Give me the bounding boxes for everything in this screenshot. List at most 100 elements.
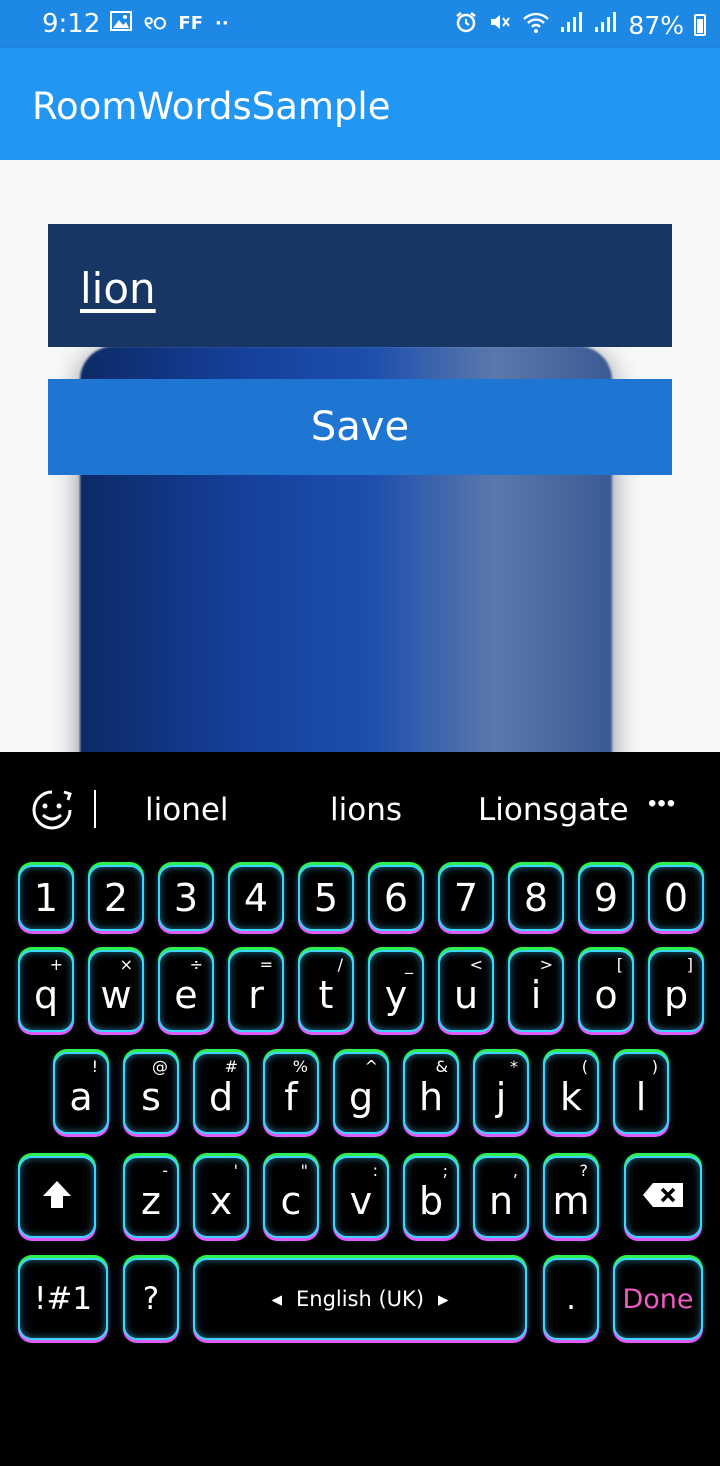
key-label: t xyxy=(318,973,334,1017)
signal-icon-2 xyxy=(594,11,618,39)
key-3[interactable]: 3 xyxy=(158,865,214,931)
key-label: 6 xyxy=(383,876,409,920)
shift-icon xyxy=(40,1178,74,1217)
key-symbol: ] xyxy=(686,955,693,974)
key-v[interactable]: :v xyxy=(333,1156,389,1238)
key-5[interactable]: 5 xyxy=(298,865,354,931)
key-label: n xyxy=(488,1179,514,1223)
backspace-key[interactable] xyxy=(624,1156,702,1238)
arrow-right-icon: ▸ xyxy=(438,1287,449,1311)
period-key[interactable]: . xyxy=(543,1258,599,1340)
key-2[interactable]: 2 xyxy=(88,865,144,931)
key-d[interactable]: # d xyxy=(193,1052,249,1134)
key-label: o xyxy=(594,973,618,1017)
key-symbol: ( xyxy=(581,1057,588,1076)
key-symbol: / xyxy=(337,955,343,974)
key-label: v xyxy=(349,1179,373,1223)
symbols-key-label: !#1 xyxy=(33,1281,93,1317)
key-symbol: * xyxy=(510,1057,518,1076)
key-g[interactable]: ^ g xyxy=(333,1052,389,1134)
key-b[interactable]: ; b xyxy=(403,1156,459,1238)
period-key-label: . xyxy=(566,1281,576,1317)
done-key-label: Done xyxy=(622,1283,694,1315)
key-symbol: + xyxy=(49,955,63,974)
key-f[interactable]: % f xyxy=(263,1052,319,1134)
symbols-key[interactable]: !#1 xyxy=(18,1258,108,1340)
key-label: 7 xyxy=(453,876,479,920)
space-key[interactable]: ◂ English (UK) ▸ xyxy=(193,1258,527,1340)
key-symbol: ; xyxy=(442,1161,448,1180)
signal-icon-1 xyxy=(560,11,584,39)
key-m[interactable]: ? m xyxy=(543,1156,599,1238)
key-symbol: ÷ xyxy=(189,955,203,974)
status-time: 9:12 xyxy=(42,9,101,39)
key-label: h xyxy=(418,1075,444,1119)
key-label: d xyxy=(208,1075,234,1119)
key-4[interactable]: 4 xyxy=(228,865,284,931)
key-n[interactable]: ,n xyxy=(473,1156,529,1238)
key-y[interactable]: _ y xyxy=(368,950,424,1032)
more-suggestions-icon[interactable]: ••• xyxy=(648,790,676,818)
key-r[interactable]: = r xyxy=(228,950,284,1032)
key-label: l xyxy=(635,1075,647,1119)
suggestion-2[interactable]: lions xyxy=(330,792,402,828)
more-notifications-icon: ·· xyxy=(215,13,229,34)
key-p[interactable]: ] p xyxy=(648,950,704,1032)
key-j[interactable]: * j xyxy=(473,1052,529,1134)
key-label: 2 xyxy=(103,876,129,920)
suggestion-1[interactable]: lionel xyxy=(145,792,229,828)
key-q[interactable]: + q xyxy=(18,950,74,1032)
app-bar: RoomWordsSample xyxy=(0,48,720,160)
key-u[interactable]: < u xyxy=(438,950,494,1032)
key-label: z xyxy=(141,1179,161,1223)
word-input[interactable]: lion xyxy=(48,224,672,347)
key-symbol: % xyxy=(292,1057,308,1076)
key-0[interactable]: 0 xyxy=(648,865,704,931)
key-7[interactable]: 7 xyxy=(438,865,494,931)
notification-text-1: ୧୦ xyxy=(144,13,167,34)
notification-text-2: FF xyxy=(178,13,204,34)
key-9[interactable]: 9 xyxy=(578,865,634,931)
key-z[interactable]: -z xyxy=(123,1156,179,1238)
shift-key[interactable] xyxy=(18,1156,96,1238)
key-label: w xyxy=(100,973,132,1017)
key-symbol: - xyxy=(162,1161,168,1180)
key-symbol: × xyxy=(119,955,133,974)
wifi-icon xyxy=(522,10,550,40)
key-label: y xyxy=(384,973,408,1017)
save-button[interactable]: Save xyxy=(48,379,672,475)
key-symbol: ! xyxy=(91,1057,98,1076)
key-label: m xyxy=(552,1179,590,1223)
emoji-icon[interactable] xyxy=(30,788,74,832)
key-label: g xyxy=(348,1075,374,1119)
key-l[interactable]: ) l xyxy=(613,1052,669,1134)
space-key-label: English (UK) xyxy=(295,1287,425,1311)
suggestion-3[interactable]: Lionsgate xyxy=(478,792,629,828)
key-k[interactable]: (k xyxy=(543,1052,599,1134)
key-h[interactable]: & h xyxy=(403,1052,459,1134)
question-key-label: ? xyxy=(142,1281,160,1317)
key-w[interactable]: × w xyxy=(88,950,144,1032)
key-6[interactable]: 6 xyxy=(368,865,424,931)
key-i[interactable]: > i xyxy=(508,950,564,1032)
key-o[interactable]: [o xyxy=(578,950,634,1032)
key-a[interactable]: ! a xyxy=(53,1052,109,1134)
question-key[interactable]: ? xyxy=(123,1258,179,1340)
battery-icon xyxy=(694,14,706,36)
key-1[interactable]: 1 xyxy=(18,865,74,931)
key-label: 8 xyxy=(523,876,549,920)
done-key[interactable]: Done xyxy=(613,1258,703,1340)
key-symbol: < xyxy=(469,955,483,974)
key-symbol: ^ xyxy=(364,1057,378,1076)
key-8[interactable]: 8 xyxy=(508,865,564,931)
space-key-label-group: ◂ English (UK) ▸ xyxy=(271,1287,448,1311)
key-t[interactable]: / t xyxy=(298,950,354,1032)
key-symbol: _ xyxy=(405,955,413,974)
key-s[interactable]: @ s xyxy=(123,1052,179,1134)
key-symbol: : xyxy=(372,1161,378,1180)
key-c[interactable]: " c xyxy=(263,1156,319,1238)
key-x[interactable]: ' x xyxy=(193,1156,249,1238)
key-label: 5 xyxy=(313,876,339,920)
key-label: u xyxy=(453,973,479,1017)
key-e[interactable]: ÷ e xyxy=(158,950,214,1032)
